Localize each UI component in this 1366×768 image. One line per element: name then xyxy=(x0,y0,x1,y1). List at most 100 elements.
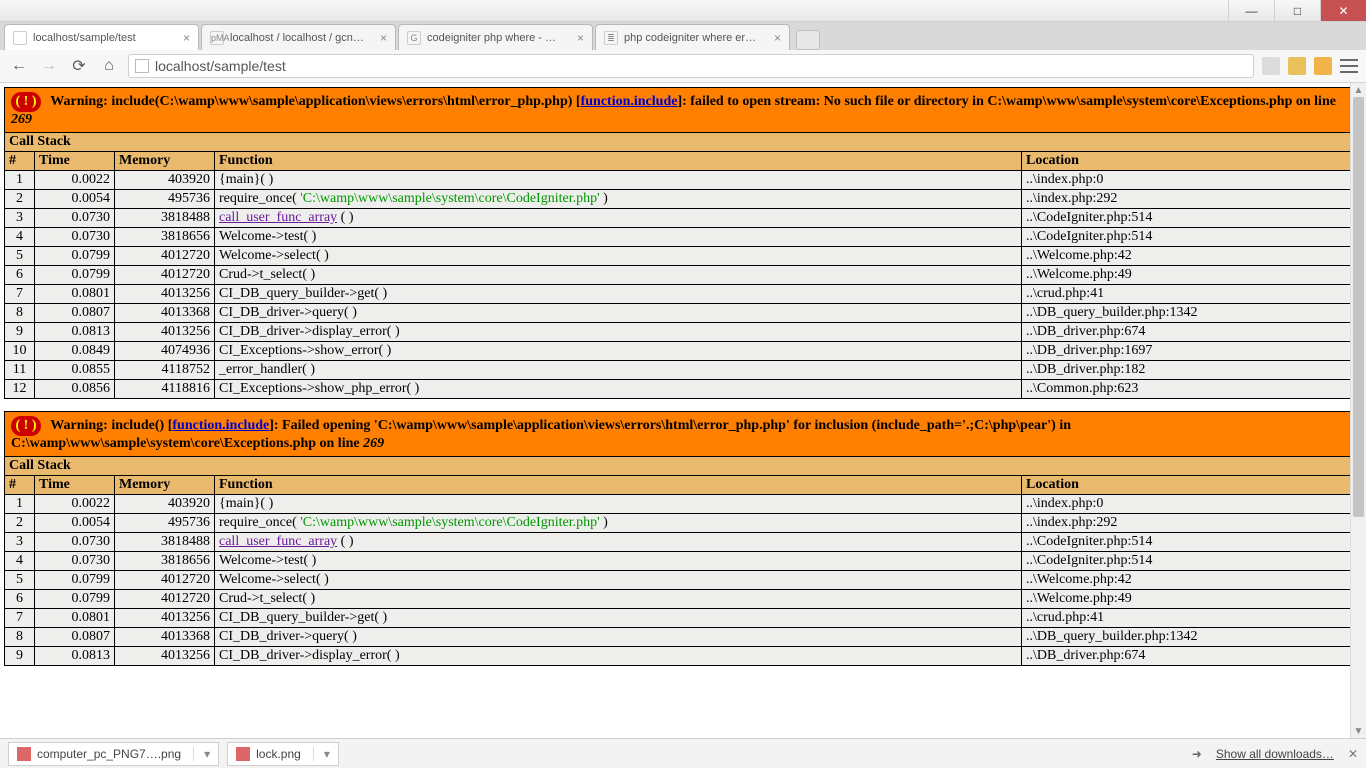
stack-row: 60.07994012720Crud->t_select( )..\Welcom… xyxy=(5,266,1362,285)
browser-tab[interactable]: pMA localhost / localhost / gcn… × xyxy=(201,24,396,50)
cell-memory: 4012720 xyxy=(115,590,215,609)
error-bang-icon: ( ! ) xyxy=(11,92,41,112)
cell-function: CI_DB_driver->display_error( ) xyxy=(215,647,1022,666)
file-icon xyxy=(236,747,250,761)
cell-function: {main}( ) xyxy=(215,495,1022,514)
extension-icon-3[interactable] xyxy=(1314,57,1332,75)
php-func-link[interactable]: call_user_func_array xyxy=(219,534,337,549)
show-all-downloads-link[interactable]: Show all downloads… xyxy=(1216,747,1334,761)
extension-icon-1[interactable] xyxy=(1262,57,1280,75)
browser-tab[interactable]: ≣ php codeigniter where er… × xyxy=(595,24,790,50)
cell-location: ..\Common.php:623 xyxy=(1022,380,1362,399)
cell-memory: 4013368 xyxy=(115,628,215,647)
scroll-down-icon[interactable]: ▼ xyxy=(1351,724,1366,738)
cell-function: CI_DB_query_builder->get( ) xyxy=(215,285,1022,304)
download-item[interactable]: lock.png ▾ xyxy=(227,742,339,766)
browser-tab[interactable]: localhost/sample/test× xyxy=(4,24,199,50)
tab-label: php codeigniter where er… xyxy=(624,32,768,44)
cell-time: 0.0054 xyxy=(35,190,115,209)
cell-time: 0.0856 xyxy=(35,380,115,399)
cell-time: 0.0730 xyxy=(35,533,115,552)
cell-location: ..\CodeIgniter.php:514 xyxy=(1022,228,1362,247)
forward-button[interactable]: → xyxy=(38,55,60,77)
col-location: Location xyxy=(1022,476,1362,495)
cell-location: ..\crud.php:41 xyxy=(1022,285,1362,304)
download-item[interactable]: computer_pc_PNG7….png ▾ xyxy=(8,742,219,766)
new-tab-button[interactable] xyxy=(796,30,820,50)
tab-close-icon[interactable]: × xyxy=(380,31,387,45)
col-function: Function xyxy=(215,476,1022,495)
cell-memory: 3818656 xyxy=(115,228,215,247)
download-filename: lock.png xyxy=(256,747,301,761)
function-include-link[interactable]: function.include xyxy=(172,418,269,433)
address-bar[interactable]: localhost/sample/test xyxy=(128,54,1254,78)
tab-favicon: pMA xyxy=(210,31,224,45)
cell-num: 10 xyxy=(5,342,35,361)
download-menu-icon[interactable]: ▾ xyxy=(193,747,210,761)
xdebug-error-table: ( ! ) Warning: include(C:\wamp\www\sampl… xyxy=(4,87,1362,399)
window-maximize-button[interactable]: □ xyxy=(1274,0,1320,21)
call-stack-header: Call Stack xyxy=(5,457,1362,476)
cell-location: ..\Welcome.php:49 xyxy=(1022,590,1362,609)
downloads-shelf-close-icon[interactable]: ✕ xyxy=(1348,747,1358,761)
tab-favicon: ≣ xyxy=(604,31,618,45)
download-filename: computer_pc_PNG7….png xyxy=(37,747,181,761)
window-minimize-button[interactable]: — xyxy=(1228,0,1274,21)
back-button[interactable]: ← xyxy=(8,55,30,77)
cell-location: ..\index.php:0 xyxy=(1022,495,1362,514)
file-icon xyxy=(17,747,31,761)
cell-time: 0.0807 xyxy=(35,628,115,647)
stack-row: 80.08074013368CI_DB_driver->query( )..\D… xyxy=(5,628,1362,647)
function-include-link[interactable]: function.include xyxy=(581,94,678,109)
download-menu-icon[interactable]: ▾ xyxy=(313,747,330,761)
stack-row: 50.07994012720Welcome->select( )..\Welco… xyxy=(5,571,1362,590)
stack-row: 50.07994012720Welcome->select( )..\Welco… xyxy=(5,247,1362,266)
tab-label: codeigniter php where - … xyxy=(427,32,571,44)
tab-favicon xyxy=(13,31,27,45)
cell-num: 5 xyxy=(5,247,35,266)
php-func-link[interactable]: call_user_func_array xyxy=(219,210,337,225)
cell-location: ..\CodeIgniter.php:514 xyxy=(1022,209,1362,228)
cell-num: 8 xyxy=(5,304,35,323)
cell-location: ..\Welcome.php:42 xyxy=(1022,247,1362,266)
scrollbar-thumb[interactable] xyxy=(1353,97,1364,517)
page-viewport: ( ! ) Warning: include(C:\wamp\www\sampl… xyxy=(0,83,1366,738)
scroll-up-icon[interactable]: ▲ xyxy=(1351,83,1366,97)
cell-location: ..\CodeIgniter.php:514 xyxy=(1022,552,1362,571)
chrome-menu-button[interactable] xyxy=(1340,59,1358,73)
vertical-scrollbar[interactable]: ▲ ▼ xyxy=(1350,83,1366,738)
tab-close-icon[interactable]: × xyxy=(183,31,190,45)
stack-row: 70.08014013256CI_DB_query_builder->get( … xyxy=(5,609,1362,628)
col-location: Location xyxy=(1022,152,1362,171)
stack-row: 80.08074013368CI_DB_driver->query( )..\D… xyxy=(5,304,1362,323)
stack-row: 30.07303818488call_user_func_array ( )..… xyxy=(5,209,1362,228)
cell-time: 0.0801 xyxy=(35,609,115,628)
cell-num: 9 xyxy=(5,647,35,666)
tab-close-icon[interactable]: × xyxy=(577,31,584,45)
browser-tab[interactable]: Gcodeigniter php where - …× xyxy=(398,24,593,50)
cell-function: CI_DB_query_builder->get( ) xyxy=(215,609,1022,628)
window-titlebar: — □ ✕ xyxy=(0,0,1366,22)
cell-num: 2 xyxy=(5,514,35,533)
stack-row: 90.08134013256CI_DB_driver->display_erro… xyxy=(5,323,1362,342)
tab-label: localhost / localhost / gcn… xyxy=(230,32,374,44)
cell-memory: 403920 xyxy=(115,171,215,190)
call-stack-header: Call Stack xyxy=(5,133,1362,152)
extension-icon-2[interactable] xyxy=(1288,57,1306,75)
reload-button[interactable]: ⟳ xyxy=(68,55,90,77)
stack-row: 20.0054495736require_once( 'C:\wamp\www\… xyxy=(5,514,1362,533)
error-bang-icon: ( ! ) xyxy=(11,416,41,436)
window-close-button[interactable]: ✕ xyxy=(1320,0,1366,21)
cell-function: require_once( 'C:\wamp\www\sample\system… xyxy=(215,514,1022,533)
col-num: # xyxy=(5,476,35,495)
home-button[interactable]: ⌂ xyxy=(98,55,120,77)
cell-time: 0.0799 xyxy=(35,590,115,609)
tab-close-icon[interactable]: × xyxy=(774,31,781,45)
cell-function: call_user_func_array ( ) xyxy=(215,533,1022,552)
cell-function: Welcome->test( ) xyxy=(215,552,1022,571)
cell-memory: 495736 xyxy=(115,514,215,533)
cell-num: 7 xyxy=(5,609,35,628)
cell-num: 6 xyxy=(5,590,35,609)
cell-num: 7 xyxy=(5,285,35,304)
address-url: localhost/sample/test xyxy=(155,58,286,74)
